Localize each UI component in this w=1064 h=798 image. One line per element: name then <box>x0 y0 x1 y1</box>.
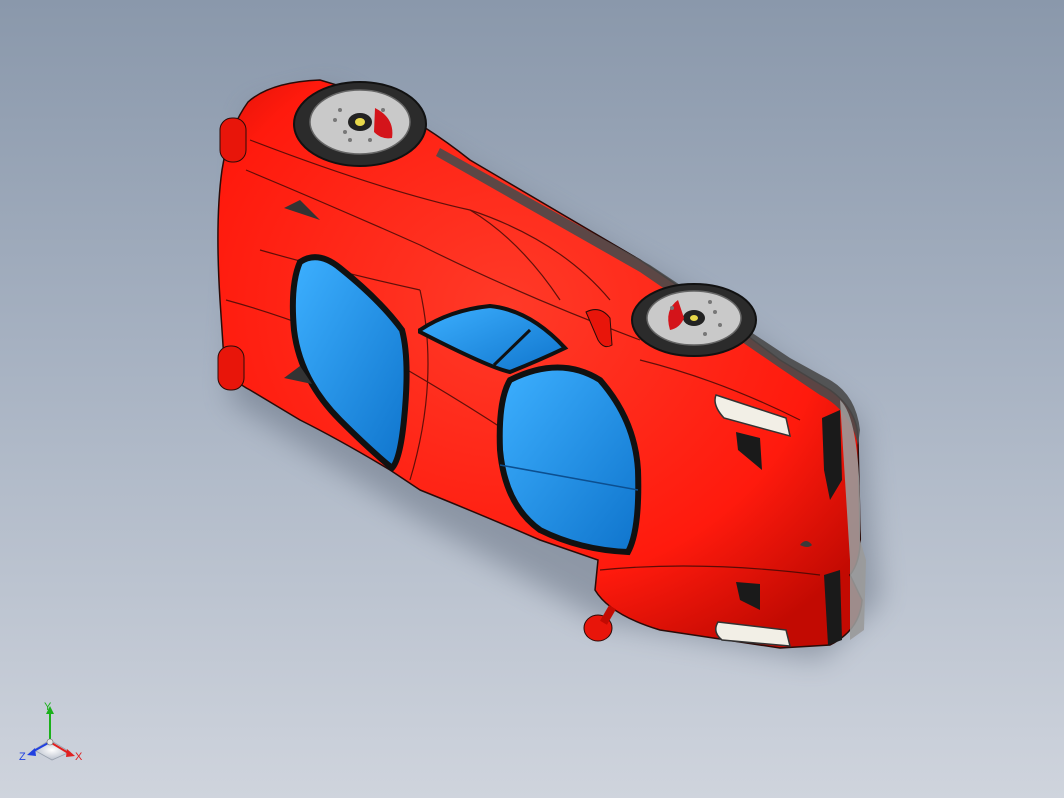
rear-bump-bottom <box>217 345 245 391</box>
x-axis-label: X <box>75 751 83 763</box>
front-wheel[interactable] <box>631 283 757 357</box>
y-axis-label: Y <box>44 701 52 713</box>
z-axis-label: Z <box>19 751 26 763</box>
rear-wheel[interactable] <box>293 81 427 167</box>
view-triad[interactable]: Y X Z <box>18 700 88 770</box>
graphics-viewport[interactable]: Y X Z <box>0 0 1064 798</box>
rear-bump-top <box>219 117 247 163</box>
car-model[interactable] <box>0 0 1064 798</box>
